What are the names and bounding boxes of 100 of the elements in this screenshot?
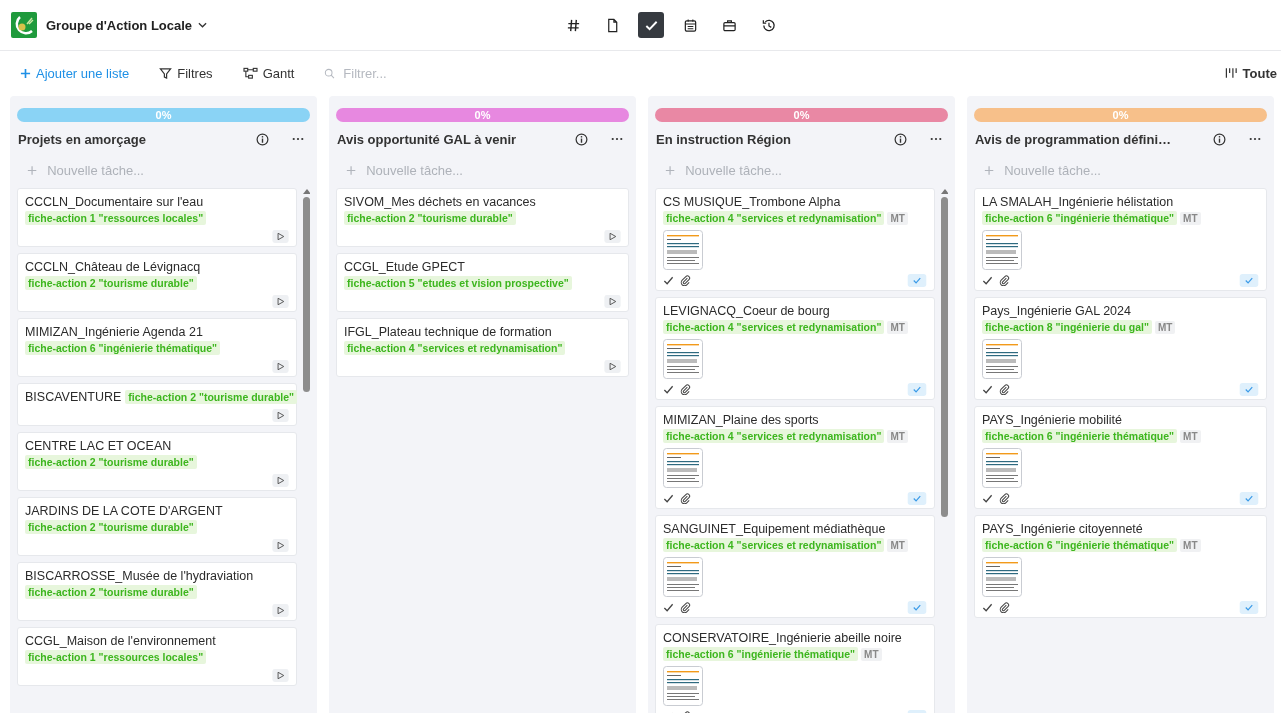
document-thumbnail[interactable] [982,448,1022,488]
project-title[interactable]: Groupe d'Action Locale [46,17,193,33]
task-card[interactable]: Pays_Ingénierie GAL 2024 fiche-action 8 "ingénierie du gal" MT [974,297,1267,400]
task-card[interactable]: CCGL_Etude GPECT fiche-action 5 "etudes et vision prospective" [336,253,629,312]
label-tag: fiche-action 6 "ingénierie thématique" [25,341,221,355]
task-card[interactable]: CCCLN_Documentaire sur l'eau fiche-action 1 "ressources locales" [17,188,297,247]
task-card[interactable]: CENTRE LAC ET OCEAN fiche-action 2 "tourisme durable" [17,432,297,491]
task-card[interactable]: BISCAVENTURE fiche-action 2 "tourisme durable" [17,383,297,426]
play-icon[interactable] [272,295,289,308]
task-title: MIMIZAN_Plaine des sports [663,413,819,427]
done-check-icon [1239,601,1259,614]
play-icon[interactable] [272,360,289,373]
checkmark-icon [663,384,674,395]
play-icon[interactable] [604,295,621,308]
task-card[interactable]: CONSERVATOIRE_Ingénierie abeille noire fiche-action 6 "ingénierie thématique" MT [655,624,935,713]
check-view-tab[interactable] [638,12,664,38]
task-card[interactable]: MIMIZAN_Plaine des sports fiche-action 4 "services et redynamisation" MT [655,406,935,509]
checkmark-icon [982,493,993,504]
columns-button[interactable]: Toute [1224,65,1277,81]
task-card[interactable]: CS MUSIQUE_Trombone Alpha fiche-action 4 "services et redynamisation" MT [655,188,935,291]
label-tag: fiche-action 5 "etudes et vision prospective" [344,276,572,290]
label-tag: fiche-action 6 "ingénierie thématique" [982,538,1178,552]
search-field[interactable]: Filtrer... [341,64,455,82]
assignee-badge: MT [861,647,882,661]
progress-label: 0% [155,109,172,121]
play-icon[interactable] [272,604,289,617]
gantt-button[interactable]: Gantt [242,65,295,81]
new-task-field[interactable]: Nouvelle tâche... [1002,161,1267,179]
briefcase-icon [721,17,737,33]
paperclip-icon [680,275,691,286]
label-tag: fiche-action 4 "services et redynamisation" [663,538,885,552]
play-icon[interactable] [272,474,289,487]
column-title: En instruction Région [656,131,793,147]
task-card[interactable]: SANGUINET_Equipement médiathèque fiche-action 4 "services et redynamisation" MT [655,515,935,618]
task-card[interactable]: LA SMALAH_Ingénierie hélistation fiche-action 6 "ingénierie thématique" MT [974,188,1267,291]
more-options-icon[interactable] [292,137,304,141]
document-thumbnail[interactable] [663,230,703,270]
task-title: CCCLN_Documentaire sur l'eau [25,195,204,209]
paperclip-icon [999,493,1010,504]
new-task-field[interactable]: Nouvelle tâche... [364,161,629,179]
task-card[interactable]: PAYS_Ingénierie citoyenneté fiche-action 6 "ingénierie thématique" MT [974,515,1267,618]
new-task-field[interactable]: Nouvelle tâche... [683,161,948,179]
info-icon[interactable] [1213,132,1226,146]
scroll-up-arrow-icon[interactable] [940,188,948,194]
play-icon[interactable] [272,669,289,682]
document-thumbnail[interactable] [663,557,703,597]
play-icon[interactable] [272,409,289,422]
task-card[interactable]: MIMIZAN_Ingénierie Agenda 21 fiche-action 6 "ingénierie thématique" [17,318,297,377]
assignee-badge: MT [1180,538,1201,552]
paperclip-icon [999,602,1010,613]
paperclip-icon [999,384,1010,395]
label-tag: fiche-action 6 "ingénierie thématique" [663,647,859,661]
column-title: Avis opportunité GAL à venir [337,131,518,147]
more-options-icon[interactable] [611,137,623,141]
new-task-field[interactable]: Nouvelle tâche... [45,161,310,179]
play-icon[interactable] [272,539,289,552]
task-title: Pays_Ingénierie GAL 2024 [982,304,1131,318]
filters-button[interactable]: Filtres [159,65,213,81]
info-icon[interactable] [256,132,269,146]
document-thumbnail[interactable] [663,448,703,488]
document-thumbnail[interactable] [982,230,1022,270]
task-card[interactable]: CCCLN_Château de Lévignacq fiche-action 2 "tourisme durable" [17,253,297,312]
task-card[interactable]: SIVOM_Mes déchets en vacances fiche-action 2 "tourisme durable" [336,188,629,247]
columns-icon [1224,67,1238,79]
info-icon[interactable] [894,132,907,146]
play-icon[interactable] [604,230,621,243]
task-card[interactable]: IFGL_Plateau technique de formation fiche-action 4 "services et redynamisation" [336,318,629,377]
task-title: LEVIGNACQ_Coeur de bourg [663,304,830,318]
task-title: CCGL_Maison de l'environnement [25,634,216,648]
task-title: JARDINS DE LA COTE D'ARGENT [25,504,223,518]
assignee-badge: MT [1155,320,1176,334]
task-card[interactable]: BISCARROSSE_Musée de l'hydraviation fiche-action 2 "tourisme durable" [17,562,297,621]
scroll-up-arrow-icon[interactable] [302,188,310,194]
document-thumbnail[interactable] [982,557,1022,597]
checkmark-icon [663,275,674,286]
paperclip-icon [680,493,691,504]
play-icon[interactable] [272,230,289,243]
label-tag: fiche-action 4 "services et redynamisation" [663,211,885,225]
task-title: SANGUINET_Equipement médiathèque [663,522,886,536]
task-card[interactable]: PAYS_Ingénierie mobilité fiche-action 6 "ingénierie thématique" MT [974,406,1267,509]
info-icon[interactable] [575,132,588,146]
progress-label: 0% [474,109,491,121]
label-tag: fiche-action 4 "services et redynamisation" [344,341,566,355]
task-card[interactable]: CCGL_Maison de l'environnement fiche-action 1 "ressources locales" [17,627,297,686]
more-options-icon[interactable] [1249,137,1261,141]
play-icon[interactable] [604,360,621,373]
task-title: BISCARROSSE_Musée de l'hydraviation [25,569,254,583]
document-thumbnail[interactable] [663,339,703,379]
task-card[interactable]: JARDINS DE LA COTE D'ARGENT fiche-action 2 "tourisme durable" [17,497,297,556]
more-options-icon[interactable] [930,137,942,141]
task-card[interactable]: LEVIGNACQ_Coeur de bourg fiche-action 4 "services et redynamisation" MT [655,297,935,400]
task-title: CS MUSIQUE_Trombone Alpha [663,195,841,209]
document-thumbnail[interactable] [663,666,703,706]
progress-label: 0% [793,109,810,121]
paperclip-icon [680,602,691,613]
plus-icon [20,67,31,79]
document-thumbnail[interactable] [982,339,1022,379]
checkmark-icon [982,275,993,286]
chevron-down-icon[interactable] [198,22,208,28]
task-title: CCGL_Etude GPECT [344,260,465,274]
